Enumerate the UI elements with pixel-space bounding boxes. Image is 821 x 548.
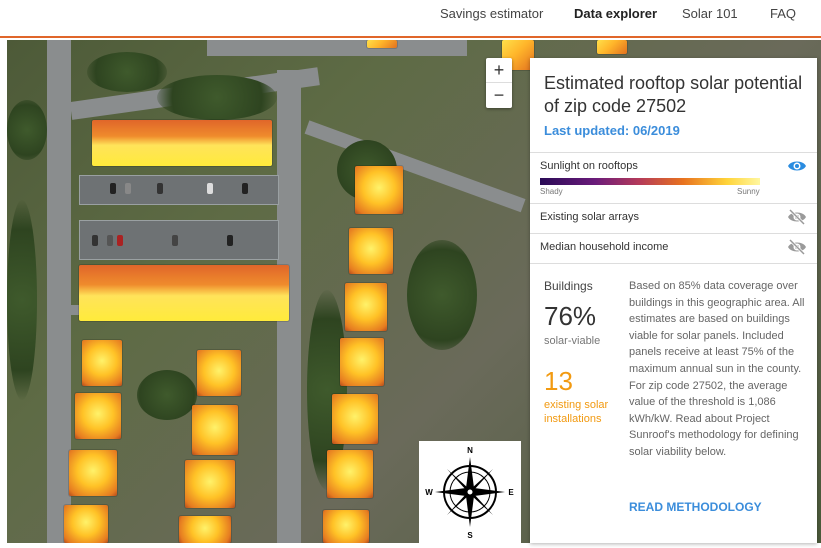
compass-s: S <box>467 531 473 540</box>
nav-solar-101[interactable]: Solar 101 <box>682 6 738 21</box>
rooftop <box>197 350 241 396</box>
zoom-out-button[interactable]: − <box>486 83 512 108</box>
car <box>227 235 233 246</box>
nav-savings-estimator[interactable]: Savings estimator <box>440 6 543 21</box>
eye-off-icon[interactable] <box>787 239 807 255</box>
rooftop <box>64 505 108 543</box>
sunlight-gradient-legend <box>540 178 760 185</box>
viable-label: solar-viable <box>544 335 601 347</box>
rooftop <box>340 338 384 386</box>
compass-icon: N S W E <box>425 446 514 540</box>
car <box>172 235 178 246</box>
rooftop <box>367 40 397 48</box>
layer-toggle-income[interactable]: Median household income <box>530 234 817 262</box>
road <box>47 40 71 543</box>
zoom-control: + − <box>486 58 512 108</box>
rooftop <box>185 460 235 508</box>
panel-title: Estimated rooftop solar potential of zip… <box>544 73 803 116</box>
compass-n: N <box>467 446 473 455</box>
nav-data-explorer[interactable]: Data explorer <box>574 6 657 21</box>
compass-w: W <box>425 488 433 497</box>
tree <box>7 200 37 400</box>
installations-label: existing solar installations <box>544 399 609 425</box>
last-updated: Last updated: 06/2019 <box>544 123 680 138</box>
car <box>117 235 123 246</box>
rooftop <box>597 40 627 54</box>
rooftop <box>92 120 272 166</box>
rooftop <box>179 516 231 543</box>
tree <box>407 240 477 350</box>
rooftop <box>345 283 387 331</box>
compass-rose: N S W E <box>419 441 521 543</box>
rooftop <box>355 166 403 214</box>
car <box>125 183 131 194</box>
buildings-label: Buildings <box>544 279 593 293</box>
tree <box>137 370 197 420</box>
rooftop <box>79 265 289 321</box>
rooftop <box>349 228 393 274</box>
car <box>207 183 213 194</box>
parking-lot <box>79 175 279 205</box>
rooftop <box>69 450 117 496</box>
installations-count: 13 <box>544 366 573 396</box>
layer-toggle-solar-arrays[interactable]: Existing solar arrays <box>530 204 817 232</box>
tree <box>157 75 277 120</box>
rooftop <box>327 450 373 498</box>
info-panel: Estimated rooftop solar potential of zip… <box>530 58 817 543</box>
car <box>157 183 163 194</box>
nav-faq[interactable]: FAQ <box>770 6 796 21</box>
rooftop <box>192 405 238 455</box>
car <box>107 235 113 246</box>
layer-label: Existing solar arrays <box>540 211 640 223</box>
viable-percent: 76% <box>544 301 597 331</box>
gradient-high-label: Sunny <box>737 187 760 196</box>
car <box>110 183 116 194</box>
gradient-low-label: Shady <box>540 187 563 196</box>
road <box>207 40 467 56</box>
rooftop <box>82 340 122 386</box>
top-nav: Savings estimator Data explorer Solar 10… <box>0 0 821 38</box>
eye-off-icon[interactable] <box>787 209 807 225</box>
eye-icon[interactable] <box>787 158 807 174</box>
layer-label: Median household income <box>540 241 669 253</box>
rooftop <box>323 510 369 543</box>
compass-e: E <box>508 488 514 497</box>
read-methodology-link[interactable]: READ METHODOLOGY <box>629 500 762 514</box>
tree <box>87 52 167 92</box>
zoom-in-button[interactable]: + <box>486 58 512 83</box>
tree <box>7 100 47 160</box>
coverage-description: Based on 85% data coverage over building… <box>629 280 805 458</box>
car <box>92 235 98 246</box>
car <box>242 183 248 194</box>
layer-label: Sunlight on rooftops <box>540 160 638 172</box>
layer-toggle-sunlight[interactable]: Sunlight on rooftops <box>530 153 817 181</box>
rooftop <box>75 393 121 439</box>
rooftop <box>332 394 378 444</box>
divider <box>530 263 817 264</box>
